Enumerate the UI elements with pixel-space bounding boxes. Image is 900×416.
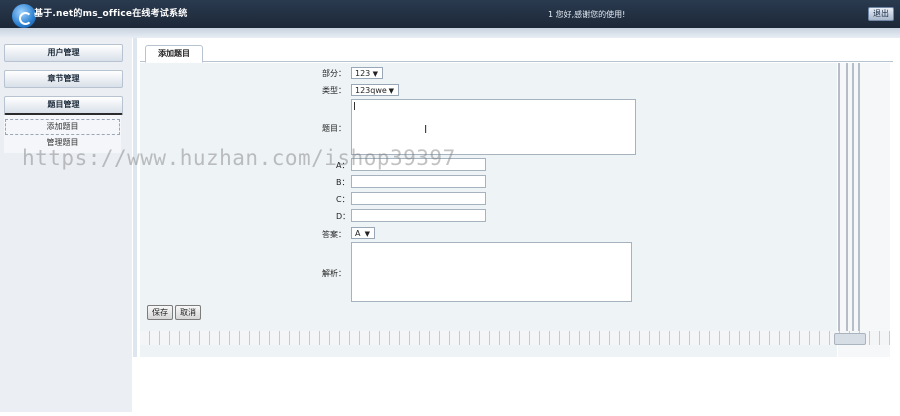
chevron-down-icon: ▼ — [372, 70, 378, 78]
part-select-value: 123 — [355, 69, 371, 78]
sidebar-subitem-add-question[interactable]: 添加题目 — [5, 119, 120, 135]
tab-add-question[interactable]: 添加题目 — [145, 45, 203, 63]
option-c-label: C： — [336, 195, 350, 204]
sidebar-item-chapter-management[interactable]: 章节管理 — [4, 70, 123, 88]
option-d-input[interactable] — [351, 209, 486, 222]
part-label: 部分： — [322, 69, 346, 78]
app-title: 基于.net的ms_office在线考试系统 — [34, 9, 188, 19]
question-label: 题目： — [322, 124, 346, 133]
divider — [852, 63, 854, 333]
app-logo-icon — [12, 4, 36, 28]
welcome-message: 1 您好,感谢您的使用! — [548, 10, 626, 19]
chevron-down-icon: ▼ — [364, 230, 370, 238]
option-d-label: D： — [336, 212, 351, 221]
divider — [838, 63, 840, 333]
option-b-input[interactable] — [351, 175, 486, 188]
divider — [858, 63, 860, 333]
analysis-label: 解析： — [322, 269, 346, 278]
ibeam-cursor-icon: I — [424, 123, 428, 136]
part-select[interactable]: 123 ▼ — [351, 67, 383, 79]
divider — [846, 63, 848, 333]
answer-select[interactable]: A ▼ — [351, 227, 375, 239]
content-footer — [133, 357, 900, 412]
type-select-value: 123qwe — [355, 86, 387, 95]
option-b-label: B： — [336, 178, 350, 187]
scrollbar-thumb[interactable] — [834, 333, 866, 345]
header-sub-bar — [0, 28, 900, 38]
type-label: 类型： — [322, 86, 346, 95]
horizontal-scrollbar[interactable] — [140, 331, 890, 345]
sidebar-item-question-management[interactable]: 题目管理 — [4, 96, 123, 115]
answer-select-value: A — [355, 229, 361, 238]
option-c-input[interactable] — [351, 192, 486, 205]
answer-label: 答案： — [322, 230, 346, 239]
sidebar-item-user-management[interactable]: 用户管理 — [4, 44, 123, 62]
tab-strip — [140, 45, 893, 62]
logout-button[interactable]: 退出 — [868, 7, 894, 21]
cancel-button[interactable]: 取消 — [175, 305, 201, 320]
watermark-text: https://www.huzhan.com/ishop39397 — [22, 146, 456, 170]
save-button[interactable]: 保存 — [147, 305, 173, 320]
text-cursor — [354, 102, 355, 110]
type-select[interactable]: 123qwe ▼ — [351, 84, 399, 96]
chevron-down-icon: ▼ — [388, 87, 394, 95]
analysis-textarea[interactable] — [351, 242, 632, 302]
sidebar — [0, 38, 132, 412]
